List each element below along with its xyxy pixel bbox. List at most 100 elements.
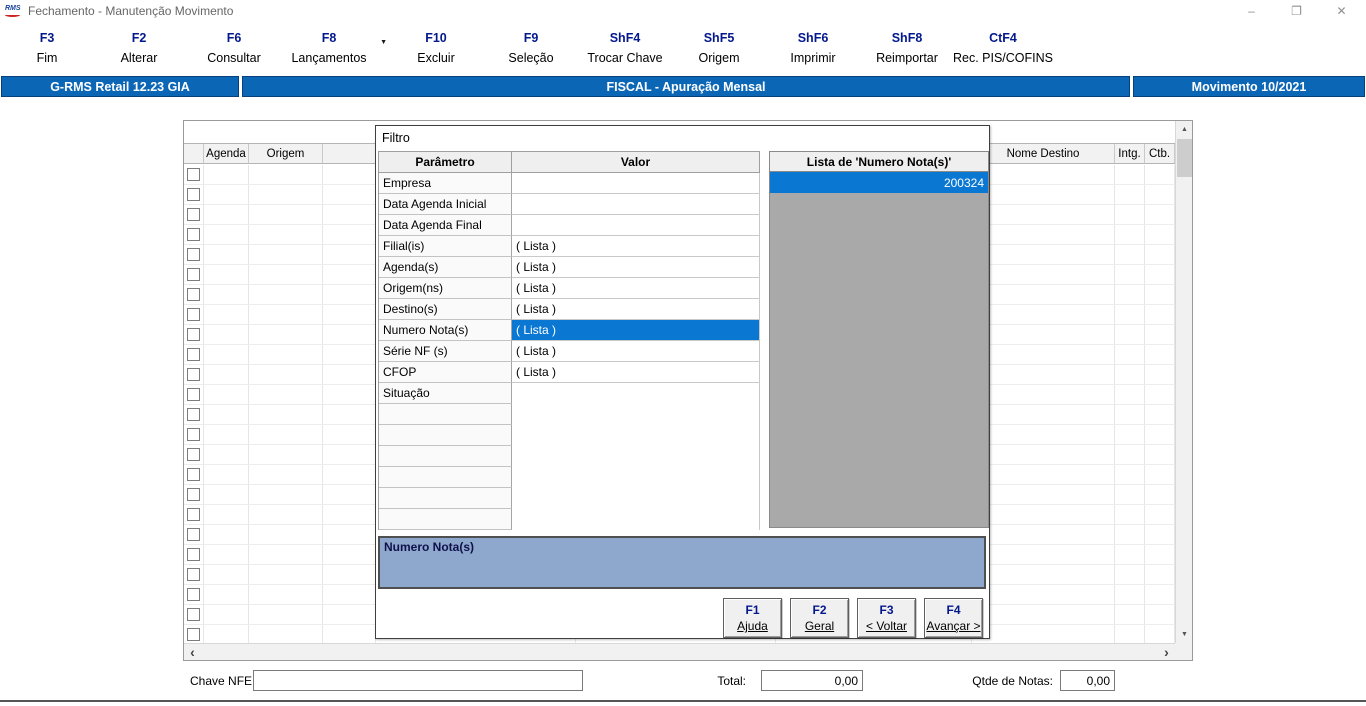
dialog-button-f3[interactable]: F3 < Voltar: [857, 598, 916, 638]
row-checkbox[interactable]: [187, 608, 200, 621]
total-input[interactable]: [761, 670, 863, 691]
row-checkbox[interactable]: [187, 248, 200, 261]
row-checkbox-cell[interactable]: [184, 165, 204, 184]
filter-param-cell[interactable]: [379, 467, 512, 488]
toolbar-item-rec-pis-cofins[interactable]: CtF4 Rec. PIS/COFINS: [943, 31, 1063, 65]
filter-value-cell[interactable]: [512, 404, 760, 425]
row-checkbox[interactable]: [187, 208, 200, 221]
filter-row[interactable]: Data Agenda Final: [379, 215, 760, 236]
row-checkbox[interactable]: [187, 228, 200, 241]
row-checkbox[interactable]: [187, 508, 200, 521]
filter-value-cell[interactable]: [512, 446, 760, 467]
filter-param-cell[interactable]: [379, 488, 512, 509]
filter-param-cell[interactable]: Numero Nota(s): [379, 320, 512, 341]
chave-nfe-input[interactable]: [253, 670, 583, 691]
row-checkbox-cell[interactable]: [184, 545, 204, 564]
filter-value-cell[interactable]: [512, 194, 760, 215]
row-checkbox[interactable]: [187, 308, 200, 321]
filter-row[interactable]: [379, 446, 760, 467]
row-checkbox-cell[interactable]: [184, 505, 204, 524]
filter-row[interactable]: Série NF (s)( Lista ): [379, 341, 760, 362]
row-checkbox[interactable]: [187, 188, 200, 201]
row-checkbox-cell[interactable]: [184, 605, 204, 624]
scroll-down-icon[interactable]: ▼: [1176, 626, 1193, 643]
vertical-scrollbar[interactable]: ▲ ▼: [1175, 121, 1192, 643]
filter-row[interactable]: CFOP( Lista ): [379, 362, 760, 383]
filter-value-cell[interactable]: ( Lista ): [512, 236, 760, 257]
filter-param-cell[interactable]: Origem(ns): [379, 278, 512, 299]
filter-value-cell[interactable]: [512, 425, 760, 446]
row-checkbox-cell[interactable]: [184, 485, 204, 504]
filter-row[interactable]: Numero Nota(s)( Lista ): [379, 320, 760, 341]
row-checkbox-cell[interactable]: [184, 245, 204, 264]
dialog-button-f1[interactable]: F1 Ajuda: [723, 598, 782, 638]
row-checkbox[interactable]: [187, 348, 200, 361]
row-checkbox-cell[interactable]: [184, 265, 204, 284]
row-checkbox[interactable]: [187, 368, 200, 381]
row-checkbox[interactable]: [187, 388, 200, 401]
row-checkbox-cell[interactable]: [184, 405, 204, 424]
row-checkbox-cell[interactable]: [184, 205, 204, 224]
scroll-right-icon[interactable]: ›: [1158, 644, 1175, 661]
filter-param-cell[interactable]: Empresa: [379, 173, 512, 194]
row-checkbox-cell[interactable]: [184, 465, 204, 484]
row-checkbox-cell[interactable]: [184, 185, 204, 204]
minimize-icon[interactable]: –: [1229, 0, 1274, 22]
row-checkbox-cell[interactable]: [184, 225, 204, 244]
filter-param-cell[interactable]: Situação: [379, 383, 512, 404]
filter-row[interactable]: [379, 425, 760, 446]
filter-param-cell[interactable]: CFOP: [379, 362, 512, 383]
row-checkbox[interactable]: [187, 268, 200, 281]
row-checkbox-cell[interactable]: [184, 285, 204, 304]
filter-row[interactable]: Origem(ns)( Lista ): [379, 278, 760, 299]
filter-row[interactable]: Agenda(s)( Lista ): [379, 257, 760, 278]
filter-param-cell[interactable]: Data Agenda Final: [379, 215, 512, 236]
horizontal-scrollbar[interactable]: ‹ ›: [184, 643, 1175, 660]
filter-param-cell[interactable]: Destino(s): [379, 299, 512, 320]
row-checkbox[interactable]: [187, 408, 200, 421]
row-checkbox[interactable]: [187, 428, 200, 441]
row-checkbox-cell[interactable]: [184, 385, 204, 404]
row-checkbox-cell[interactable]: [184, 345, 204, 364]
dialog-button-f4[interactable]: F4 Avançar >: [924, 598, 983, 638]
row-checkbox-cell[interactable]: [184, 305, 204, 324]
scroll-up-icon[interactable]: ▲: [1176, 121, 1193, 138]
row-checkbox[interactable]: [187, 448, 200, 461]
row-checkbox-cell[interactable]: [184, 625, 204, 643]
filter-value-cell[interactable]: ( Lista ): [512, 341, 760, 362]
filter-value-cell[interactable]: [512, 509, 760, 530]
filter-param-cell[interactable]: Agenda(s): [379, 257, 512, 278]
qtde-notas-input[interactable]: [1060, 670, 1115, 691]
row-checkbox[interactable]: [187, 468, 200, 481]
filter-param-cell[interactable]: [379, 509, 512, 530]
row-checkbox[interactable]: [187, 548, 200, 561]
filter-param-cell[interactable]: [379, 446, 512, 467]
row-checkbox-cell[interactable]: [184, 585, 204, 604]
filter-value-cell[interactable]: [512, 173, 760, 194]
filter-param-cell[interactable]: Filial(is): [379, 236, 512, 257]
row-checkbox[interactable]: [187, 528, 200, 541]
row-checkbox-cell[interactable]: [184, 425, 204, 444]
filter-param-cell[interactable]: [379, 404, 512, 425]
row-checkbox[interactable]: [187, 628, 200, 641]
close-icon[interactable]: ✕: [1319, 0, 1364, 22]
filter-param-cell[interactable]: Série NF (s): [379, 341, 512, 362]
filter-param-cell[interactable]: Data Agenda Inicial: [379, 194, 512, 215]
filter-value-cell[interactable]: [512, 383, 760, 404]
filter-row[interactable]: [379, 509, 760, 530]
filter-value-cell[interactable]: ( Lista ): [512, 278, 760, 299]
toolbar-item-lan-amentos[interactable]: F8 Lançamentos ▼: [269, 31, 389, 65]
row-checkbox[interactable]: [187, 488, 200, 501]
row-checkbox-cell[interactable]: [184, 325, 204, 344]
filter-param-cell[interactable]: [379, 425, 512, 446]
row-checkbox[interactable]: [187, 328, 200, 341]
row-checkbox-cell[interactable]: [184, 525, 204, 544]
filter-row[interactable]: Data Agenda Inicial: [379, 194, 760, 215]
filter-value-cell[interactable]: ( Lista ): [512, 299, 760, 320]
filter-row[interactable]: [379, 488, 760, 509]
dialog-button-f2[interactable]: F2 Geral: [790, 598, 849, 638]
list-item[interactable]: 200324: [770, 172, 988, 193]
row-checkbox[interactable]: [187, 288, 200, 301]
scroll-left-icon[interactable]: ‹: [184, 644, 201, 661]
filter-value-cell[interactable]: ( Lista ): [512, 362, 760, 383]
